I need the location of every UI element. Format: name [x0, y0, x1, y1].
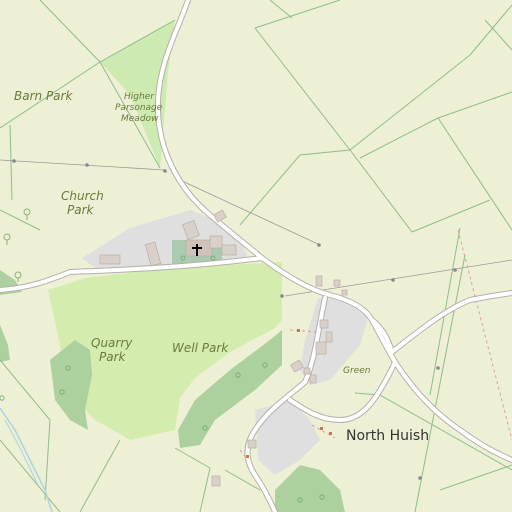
label-barn-park: Barn Park	[14, 89, 73, 103]
label-north-huish: North Huish	[346, 428, 430, 444]
label-quarry-park-line1: Quarry	[91, 336, 133, 350]
map-view[interactable]: Barn Park Higher Parsonage Meadow Church…	[0, 0, 512, 512]
label-church-park-line2: Park	[67, 203, 94, 217]
label-higher-parsonage-meadow-line2: Parsonage	[115, 103, 163, 113]
map-canvas	[0, 0, 512, 512]
label-quarry-park-line2: Park	[99, 350, 126, 364]
label-green: Green	[343, 366, 371, 376]
label-higher-parsonage-meadow-line3: Meadow	[121, 114, 159, 124]
label-well-park: Well Park	[172, 341, 229, 355]
label-church-park-line1: Church	[61, 189, 104, 203]
label-higher-parsonage-meadow-line1: Higher	[124, 92, 154, 102]
